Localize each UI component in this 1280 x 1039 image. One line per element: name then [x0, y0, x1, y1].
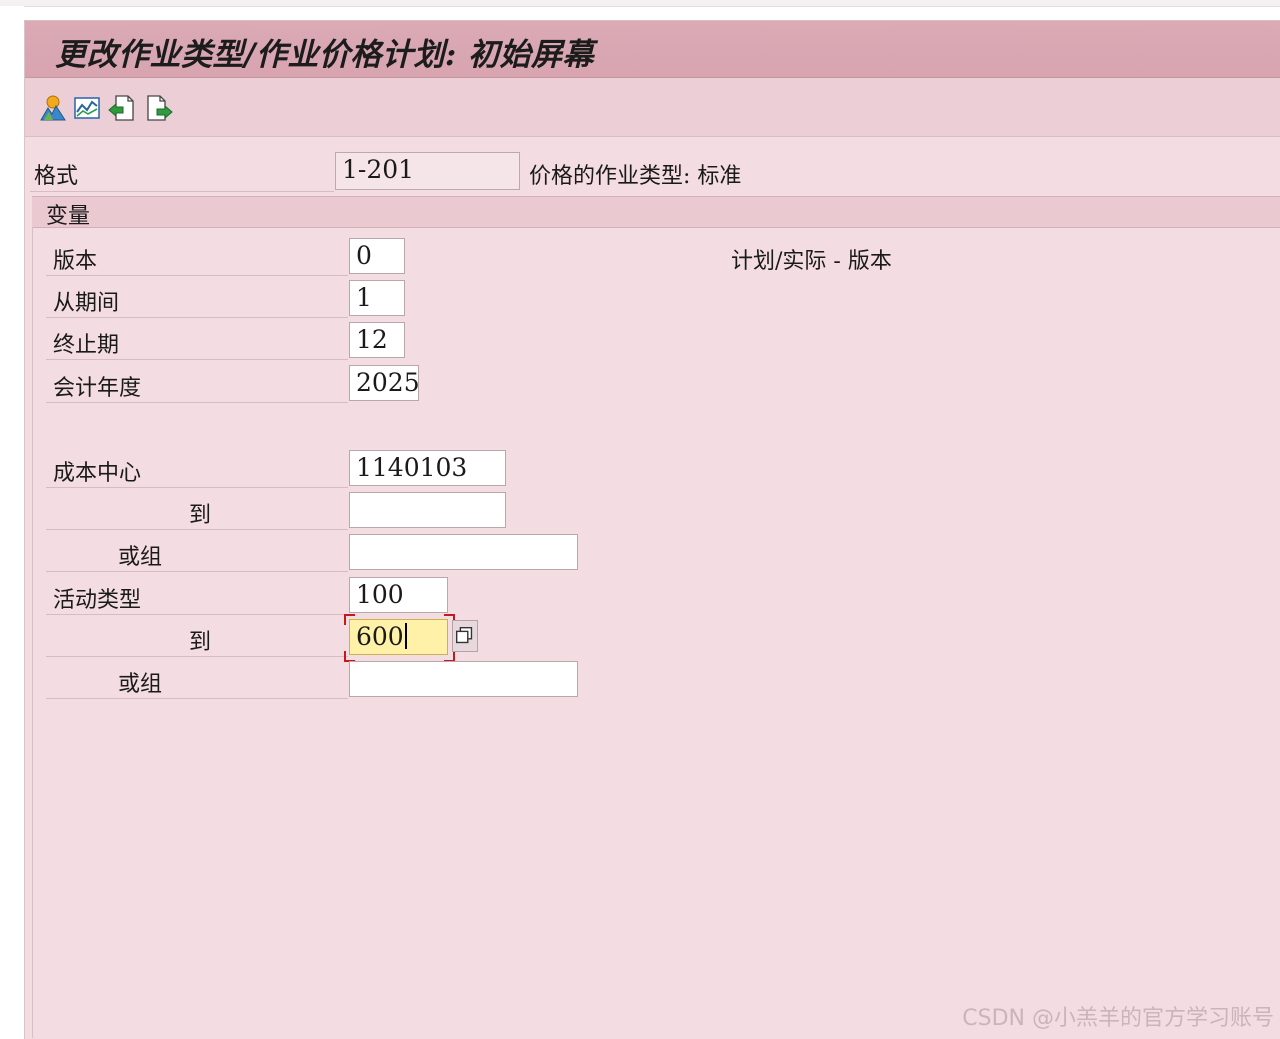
variables-group-header: 变量	[32, 196, 1280, 229]
variables-group-title: 变量	[46, 204, 91, 229]
version-description: 计划/实际 - 版本	[731, 249, 892, 274]
value-help-icon	[456, 627, 473, 644]
cost-center-label: 成本中心	[53, 461, 142, 486]
cost-center-group-row-line	[46, 571, 348, 572]
to-period-row-line	[46, 359, 348, 360]
fiscal-year-field[interactable]: 2025	[349, 365, 419, 401]
activity-type-row-line	[46, 614, 348, 615]
chart-line-icon[interactable]	[73, 94, 101, 122]
application-toolbar	[25, 78, 1280, 137]
activity-type-to-field[interactable]: 600	[349, 619, 448, 655]
cost-center-group-field[interactable]	[349, 534, 578, 570]
fiscal-year-row-line	[46, 402, 348, 403]
from-period-field[interactable]: 1	[349, 280, 405, 316]
version-field[interactable]: 0	[349, 238, 405, 274]
left-margin	[0, 6, 24, 1038]
value-help-button[interactable]	[452, 620, 478, 652]
activity-type-field[interactable]: 100	[349, 577, 448, 613]
cost-center-to-row-line	[46, 529, 348, 530]
page-title: 更改作业类型/作业价格计划: 初始屏幕	[55, 37, 595, 73]
format-field[interactable]: 1-201	[335, 152, 520, 190]
format-description: 价格的作业类型: 标准	[529, 164, 742, 189]
activity-type-to-value: 600	[356, 622, 404, 651]
variables-group-body	[32, 227, 1280, 1038]
cost-center-group-label: 或组	[118, 545, 163, 570]
document-back-icon[interactable]	[107, 94, 135, 122]
activity-type-group-field[interactable]	[349, 661, 578, 697]
to-period-field[interactable]: 12	[349, 322, 405, 358]
activity-type-to-row-line	[46, 656, 348, 657]
version-label: 版本	[53, 249, 98, 274]
activity-type-group-row-line	[46, 698, 348, 699]
activity-type-label: 活动类型	[53, 588, 142, 613]
watermark: CSDN @小羔羊的官方学习账号	[962, 1006, 1274, 1031]
cost-center-to-label: 到	[189, 503, 212, 528]
cost-center-field[interactable]: 1140103	[349, 450, 506, 486]
from-period-label: 从期间	[53, 291, 120, 316]
top-strip	[0, 0, 1280, 7]
format-row-line	[30, 191, 334, 192]
title-bar: 更改作业类型/作业价格计划: 初始屏幕	[25, 21, 1280, 78]
to-period-label: 终止期	[53, 333, 120, 358]
activity-type-group-label: 或组	[118, 672, 163, 697]
version-row-line	[46, 275, 348, 276]
text-caret	[404, 623, 407, 649]
document-forward-icon[interactable]	[145, 94, 173, 122]
fiscal-year-label: 会计年度	[53, 376, 142, 401]
cost-center-row-line	[46, 487, 348, 488]
format-label: 格式	[34, 164, 79, 189]
cost-center-to-field[interactable]	[349, 492, 506, 528]
from-period-row-line	[46, 317, 348, 318]
focus-corner-top-left	[344, 614, 355, 625]
activity-type-to-label: 到	[189, 630, 212, 655]
hierarchy-icon[interactable]	[39, 94, 67, 122]
